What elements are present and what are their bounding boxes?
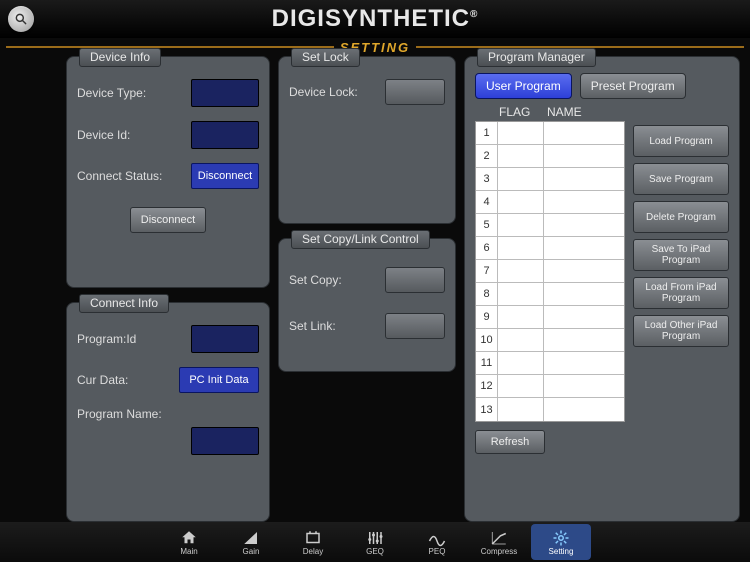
search-icon[interactable]: [8, 6, 34, 32]
table-row[interactable]: 3: [476, 168, 624, 191]
device-info-title: Device Info: [79, 48, 161, 67]
table-row[interactable]: 2: [476, 145, 624, 168]
program-manager-title: Program Manager: [477, 48, 596, 67]
save-to-ipad-button[interactable]: Save To iPad Program: [633, 239, 729, 271]
preset-program-tab[interactable]: Preset Program: [580, 73, 686, 99]
nav-setting[interactable]: Setting: [531, 524, 591, 560]
table-row[interactable]: 6: [476, 237, 624, 260]
set-copy-panel: Set Copy/Link Control Set Copy: Set Link…: [278, 238, 456, 372]
program-name-field[interactable]: [191, 427, 259, 455]
user-program-tab[interactable]: User Program: [475, 73, 572, 99]
nav-delay[interactable]: Delay: [283, 524, 343, 560]
compress-icon: [489, 529, 509, 547]
load-program-button[interactable]: Load Program: [633, 125, 729, 157]
set-copy-button[interactable]: [385, 267, 445, 293]
cur-data-value: PC Init Data: [179, 367, 259, 393]
table-row[interactable]: 8: [476, 283, 624, 306]
set-lock-title: Set Lock: [291, 48, 360, 67]
geq-icon: [365, 529, 385, 547]
save-program-button[interactable]: Save Program: [633, 163, 729, 195]
set-link-label: Set Link:: [289, 319, 336, 333]
set-copy-label: Set Copy:: [289, 273, 342, 287]
table-row[interactable]: 11: [476, 352, 624, 375]
content-area: Device Info Device Type: Device Id: Conn…: [66, 56, 740, 522]
table-row[interactable]: 7: [476, 260, 624, 283]
table-row[interactable]: 4: [476, 191, 624, 214]
table-row[interactable]: 9: [476, 306, 624, 329]
bottom-nav: Main Gain Delay GEQ PEQ Compress Setting: [0, 522, 750, 562]
device-lock-button[interactable]: [385, 79, 445, 105]
delay-icon: [303, 529, 323, 547]
nav-peq[interactable]: PEQ: [407, 524, 467, 560]
brand-title: DIGISYNTHETIC®: [34, 5, 716, 33]
table-row[interactable]: 13: [476, 398, 624, 421]
delete-program-button[interactable]: Delete Program: [633, 201, 729, 233]
connect-info-title: Connect Info: [79, 294, 169, 313]
nav-geq[interactable]: GEQ: [345, 524, 405, 560]
table-row[interactable]: 10: [476, 329, 624, 352]
cur-data-label: Cur Data:: [77, 373, 128, 387]
refresh-button[interactable]: Refresh: [475, 430, 545, 454]
program-table[interactable]: 12345678910111213: [475, 121, 625, 422]
set-link-button[interactable]: [385, 313, 445, 339]
program-id-field[interactable]: [191, 325, 259, 353]
table-row[interactable]: 5: [476, 214, 624, 237]
nav-gain[interactable]: Gain: [221, 524, 281, 560]
program-manager-panel: Program Manager User Program Preset Prog…: [464, 56, 740, 522]
home-icon: [179, 529, 199, 547]
column-name: NAME: [547, 105, 582, 119]
program-id-label: Program:Id: [77, 332, 136, 346]
program-table-header: FLAG NAME: [475, 105, 729, 121]
peq-icon: [427, 529, 447, 547]
connect-status-value: Disconnect: [191, 163, 259, 189]
table-row[interactable]: 12: [476, 375, 624, 398]
connect-info-panel: Connect Info Program:Id Cur Data: PC Ini…: [66, 302, 270, 522]
column-flag: FLAG: [499, 105, 547, 119]
gear-icon: [551, 529, 571, 547]
nav-compress[interactable]: Compress: [469, 524, 529, 560]
program-name-label: Program Name:: [77, 407, 162, 421]
set-copy-title: Set Copy/Link Control: [291, 230, 430, 249]
disconnect-button[interactable]: Disconnect: [130, 207, 206, 233]
table-row[interactable]: 1: [476, 122, 624, 145]
device-type-field[interactable]: [191, 79, 259, 107]
device-id-label: Device Id:: [77, 128, 130, 142]
nav-main[interactable]: Main: [159, 524, 219, 560]
load-other-ipad-button[interactable]: Load Other iPad Program: [633, 315, 729, 347]
load-from-ipad-button[interactable]: Load From iPad Program: [633, 277, 729, 309]
device-type-label: Device Type:: [77, 86, 146, 100]
connect-status-label: Connect Status:: [77, 169, 162, 183]
device-lock-label: Device Lock:: [289, 85, 358, 99]
set-lock-panel: Set Lock Device Lock:: [278, 56, 456, 224]
device-info-panel: Device Info Device Type: Device Id: Conn…: [66, 56, 270, 288]
gain-icon: [241, 529, 261, 547]
device-id-field[interactable]: [191, 121, 259, 149]
top-bar: DIGISYNTHETIC®: [0, 0, 750, 38]
